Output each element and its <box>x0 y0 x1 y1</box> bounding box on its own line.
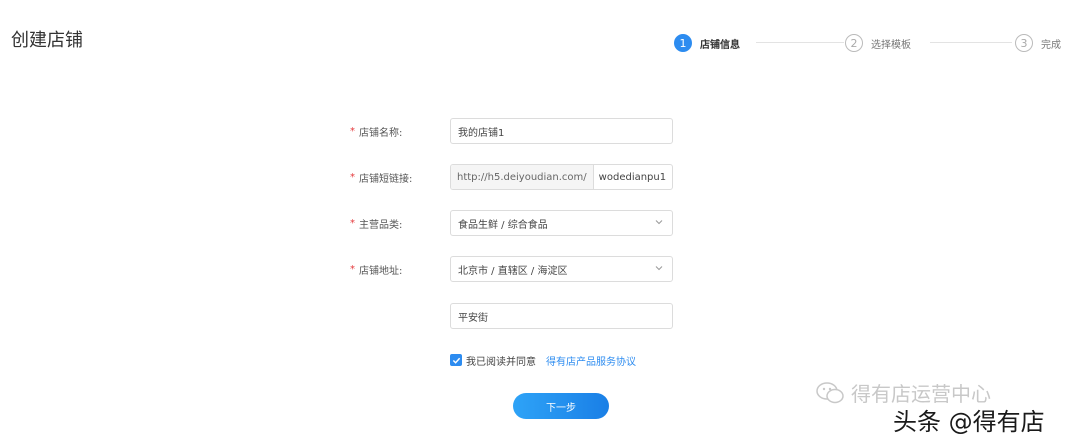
address-select[interactable]: 北京市 / 直辖区 / 海淀区 <box>450 256 673 282</box>
address-row: * 店铺地址: 北京市 / 直辖区 / 海淀区 <box>350 256 673 282</box>
wechat-icon <box>816 381 844 403</box>
step-2-label: 选择模板 <box>871 39 911 51</box>
street-row: 平安街 <box>450 303 673 329</box>
required-mark: * <box>350 171 355 183</box>
store-link-row: * 店铺短链接: http://h5.deiyoudian.com/ woded… <box>350 164 673 190</box>
chevron-down-icon <box>655 266 663 271</box>
required-mark: * <box>350 125 355 137</box>
store-link-field: http://h5.deiyoudian.com/ wodedianpu1 <box>450 164 673 190</box>
required-mark: * <box>350 263 355 275</box>
store-link-prefix: http://h5.deiyoudian.com/ <box>451 165 594 189</box>
category-select[interactable]: 食品生鲜 / 综合食品 <box>450 210 673 236</box>
store-name-input[interactable]: 我的店铺1 <box>450 118 673 144</box>
chevron-down-icon <box>655 220 663 225</box>
step-indicator: 1 店铺信息 2 选择模板 3 完成 <box>674 32 1074 54</box>
checkmark-icon <box>452 357 460 364</box>
category-row: * 主营品类: 食品生鲜 / 综合食品 <box>350 210 673 236</box>
step-3-label: 完成 <box>1041 39 1061 51</box>
category-label: * 主营品类: <box>350 217 403 231</box>
step-connector <box>756 42 844 43</box>
step-3: 3 完成 <box>1015 32 1061 54</box>
store-link-label: * 店铺短链接: <box>350 171 413 185</box>
step-1-number: 1 <box>674 34 692 52</box>
next-step-button[interactable]: 下一步 <box>513 393 609 419</box>
address-value: 北京市 / 直辖区 / 海淀区 <box>458 265 568 277</box>
step-2: 2 选择模板 <box>845 32 911 54</box>
step-1: 1 店铺信息 <box>674 32 740 54</box>
step-3-number: 3 <box>1015 34 1033 52</box>
store-link-input[interactable]: wodedianpu1 <box>594 165 671 189</box>
agreement-link[interactable]: 得有店产品服务协议 <box>546 353 636 368</box>
agreement-text: 我已阅读并同意 <box>466 356 536 368</box>
address-label: * 店铺地址: <box>350 263 403 277</box>
category-value: 食品生鲜 / 综合食品 <box>458 219 548 231</box>
street-input[interactable]: 平安街 <box>450 303 673 329</box>
step-1-label: 店铺信息 <box>700 39 740 51</box>
page-title: 创建店铺 <box>11 30 83 51</box>
store-name-label: * 店铺名称: <box>350 125 403 139</box>
required-mark: * <box>350 217 355 229</box>
watermark-toutiao: 头条 @得有店 <box>893 408 1045 436</box>
agreement-row: 我已阅读并同意 得有店产品服务协议 <box>450 352 636 368</box>
agreement-checkbox[interactable] <box>450 354 462 366</box>
step-connector <box>930 42 1012 43</box>
step-2-number: 2 <box>845 34 863 52</box>
store-name-row: * 店铺名称: 我的店铺1 <box>350 118 673 144</box>
